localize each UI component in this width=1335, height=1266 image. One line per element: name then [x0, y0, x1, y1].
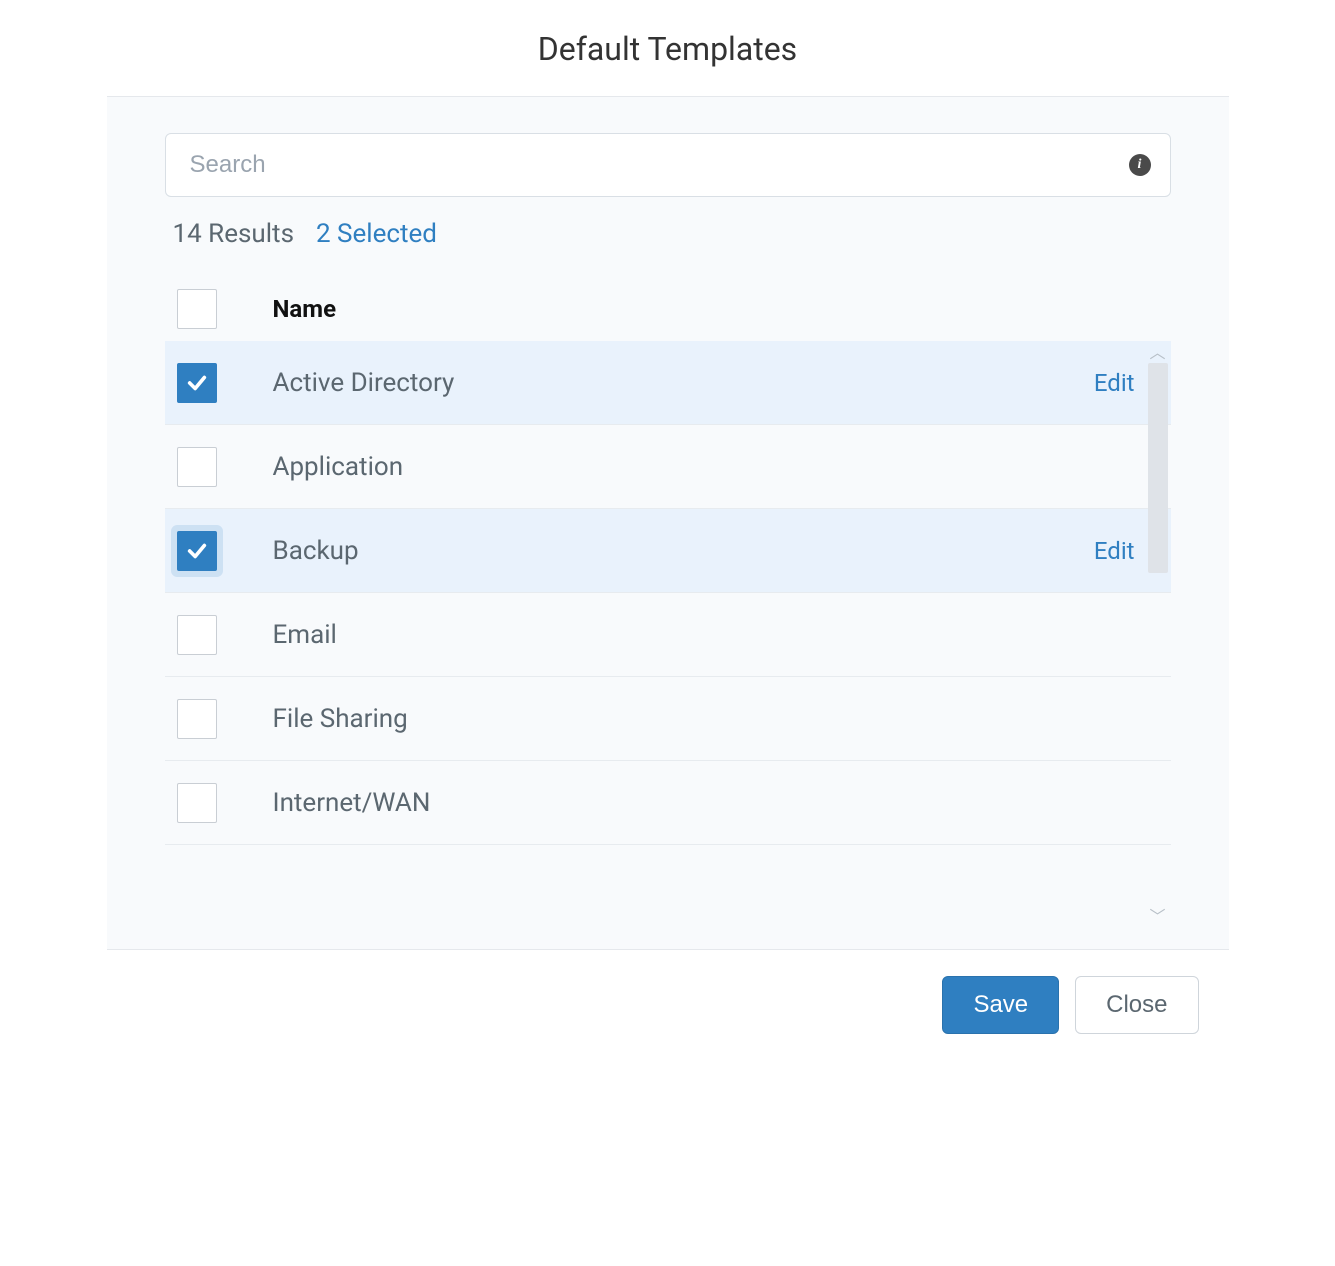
results-bar: 14 Results 2 Selected: [165, 219, 1171, 249]
table-row[interactable]: Backup Edit: [165, 509, 1171, 593]
row-name: Application: [273, 452, 1063, 482]
search-wrap: i: [165, 133, 1171, 197]
search-input[interactable]: [165, 133, 1171, 197]
results-selected[interactable]: 2 Selected: [316, 219, 437, 249]
modal-footer: Save Close: [107, 949, 1229, 1060]
table-header: Name: [165, 277, 1171, 341]
table-row[interactable]: Email: [165, 593, 1171, 677]
row-checkbox[interactable]: [177, 699, 217, 739]
row-name: Backup: [273, 536, 1063, 566]
row-name: Internet/WAN: [273, 788, 1063, 818]
list-viewport: Active Directory Edit Application Backup Edi…: [165, 341, 1171, 929]
modal-body: i 14 Results 2 Selected Name Active Dire…: [107, 97, 1229, 949]
table-row[interactable]: Active Directory Edit: [165, 341, 1171, 425]
close-button[interactable]: Close: [1075, 976, 1198, 1034]
table-row[interactable]: File Sharing: [165, 677, 1171, 761]
edit-link[interactable]: Edit: [1094, 369, 1135, 397]
row-name: File Sharing: [273, 704, 1063, 734]
row-checkbox[interactable]: [177, 783, 217, 823]
row-checkbox[interactable]: [177, 531, 217, 571]
edit-link[interactable]: Edit: [1094, 537, 1135, 565]
template-list[interactable]: Active Directory Edit Application Backup Edi…: [165, 341, 1171, 929]
select-all-checkbox[interactable]: [177, 289, 217, 329]
column-header-name[interactable]: Name: [273, 295, 1063, 323]
table-row[interactable]: Application: [165, 425, 1171, 509]
row-name: Email: [273, 620, 1063, 650]
modal-header: Default Templates: [107, 0, 1229, 97]
row-checkbox[interactable]: [177, 363, 217, 403]
row-checkbox[interactable]: [177, 447, 217, 487]
results-count: 14 Results: [173, 219, 294, 249]
table-row[interactable]: Internet/WAN: [165, 761, 1171, 845]
default-templates-modal: Default Templates i 14 Results 2 Selecte…: [107, 0, 1229, 1060]
info-icon[interactable]: i: [1129, 154, 1151, 176]
row-checkbox[interactable]: [177, 615, 217, 655]
modal-title: Default Templates: [107, 30, 1229, 68]
row-name: Active Directory: [273, 368, 1063, 398]
save-button[interactable]: Save: [942, 976, 1059, 1034]
